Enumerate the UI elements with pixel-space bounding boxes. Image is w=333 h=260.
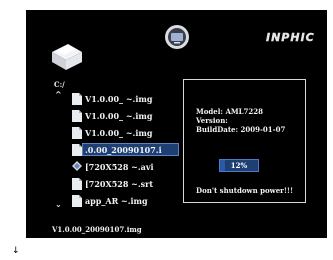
screen-frame: INPHIC C:/ ^ ⌄ V1.0.00_ ~.img V1.0.00_ ~… bbox=[28, 13, 324, 236]
current-path: C:/ bbox=[54, 80, 65, 89]
file-label: V1.0.00_ ~.img bbox=[85, 111, 153, 121]
document-icon bbox=[72, 127, 82, 139]
document-icon bbox=[72, 144, 82, 156]
build-date-text: BuildDate: 2009-01-07 bbox=[196, 125, 286, 134]
progress-text: 12% bbox=[230, 161, 248, 170]
document-icon bbox=[72, 110, 82, 122]
tv-screen: INPHIC C:/ ^ ⌄ V1.0.00_ ~.img V1.0.00_ ~… bbox=[26, 10, 327, 238]
model-text: Model: AML7228 bbox=[196, 107, 264, 116]
folder-icon bbox=[52, 44, 82, 70]
file-label: V1.0.00_ ~.img bbox=[85, 94, 153, 104]
file-label: .0.00_20090107.i bbox=[85, 145, 162, 155]
document-icon bbox=[72, 93, 82, 105]
video-icon bbox=[72, 161, 82, 171]
file-label: app_AR ~.img bbox=[85, 196, 148, 206]
upgrade-info-panel: Model: AML7228 Version: BuildDate: 2009-… bbox=[183, 79, 306, 203]
file-row-selected[interactable]: .0.00_20090107.i bbox=[51, 142, 181, 158]
document-icon bbox=[72, 178, 82, 190]
tv-icon bbox=[165, 25, 189, 49]
file-row[interactable]: app_AR ~.img bbox=[51, 193, 181, 209]
edge-mark: ↓ bbox=[12, 246, 20, 256]
upgrade-progress-bar: 12% bbox=[219, 159, 259, 172]
file-row[interactable]: V1.0.00_ ~.img bbox=[51, 125, 181, 141]
document-icon bbox=[72, 195, 82, 207]
file-label: V1.0.00_ ~.img bbox=[85, 128, 153, 138]
file-row[interactable]: [720X528 ~.avi bbox=[51, 159, 181, 175]
file-label: [720X528 ~.srt bbox=[85, 179, 154, 189]
selected-file-status: V1.0.00_20090107.img bbox=[52, 225, 142, 234]
version-text: Version: bbox=[196, 116, 228, 125]
file-label: [720X528 ~.avi bbox=[85, 162, 154, 172]
file-row[interactable]: V1.0.00_ ~.img bbox=[51, 108, 181, 124]
file-row[interactable]: [720X528 ~.srt bbox=[51, 176, 181, 192]
warning-text: Don't shutdown power!!! bbox=[196, 186, 294, 195]
file-row[interactable]: V1.0.00_ ~.img bbox=[51, 91, 181, 107]
brand-logo: INPHIC bbox=[266, 31, 315, 44]
